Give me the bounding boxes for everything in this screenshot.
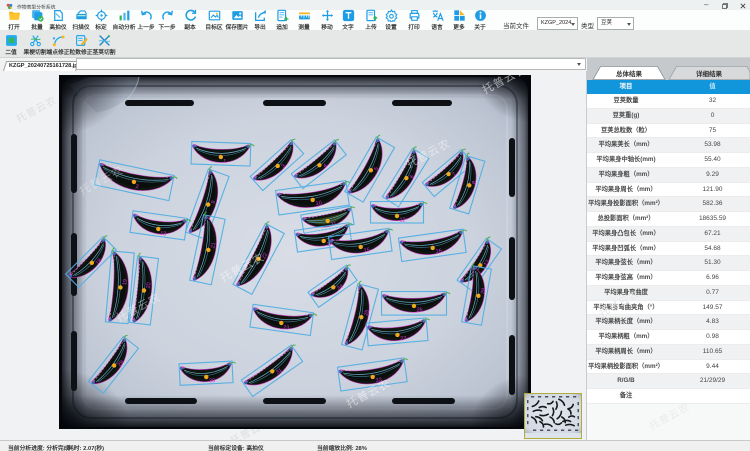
svg-text:13: 13 (160, 231, 167, 238)
svg-text:15: 15 (363, 247, 370, 254)
svg-text:28: 28 (480, 288, 487, 295)
svg-text:23: 23 (283, 325, 290, 332)
svg-text:30: 30 (209, 378, 215, 384)
svg-text:21: 21 (210, 242, 217, 249)
svg-text:详细结果: 详细结果 (696, 69, 723, 78)
svg-text:1: 1 (223, 159, 226, 165)
svg-text:12: 12 (400, 218, 406, 224)
svg-text:19: 19 (122, 279, 129, 286)
svg-text:26: 26 (417, 308, 423, 314)
svg-text:总体结果: 总体结果 (616, 69, 643, 78)
svg-text:10: 10 (315, 200, 322, 207)
svg-text:16: 16 (435, 248, 442, 255)
svg-text:20: 20 (146, 282, 153, 289)
svg-text:27: 27 (400, 336, 407, 343)
